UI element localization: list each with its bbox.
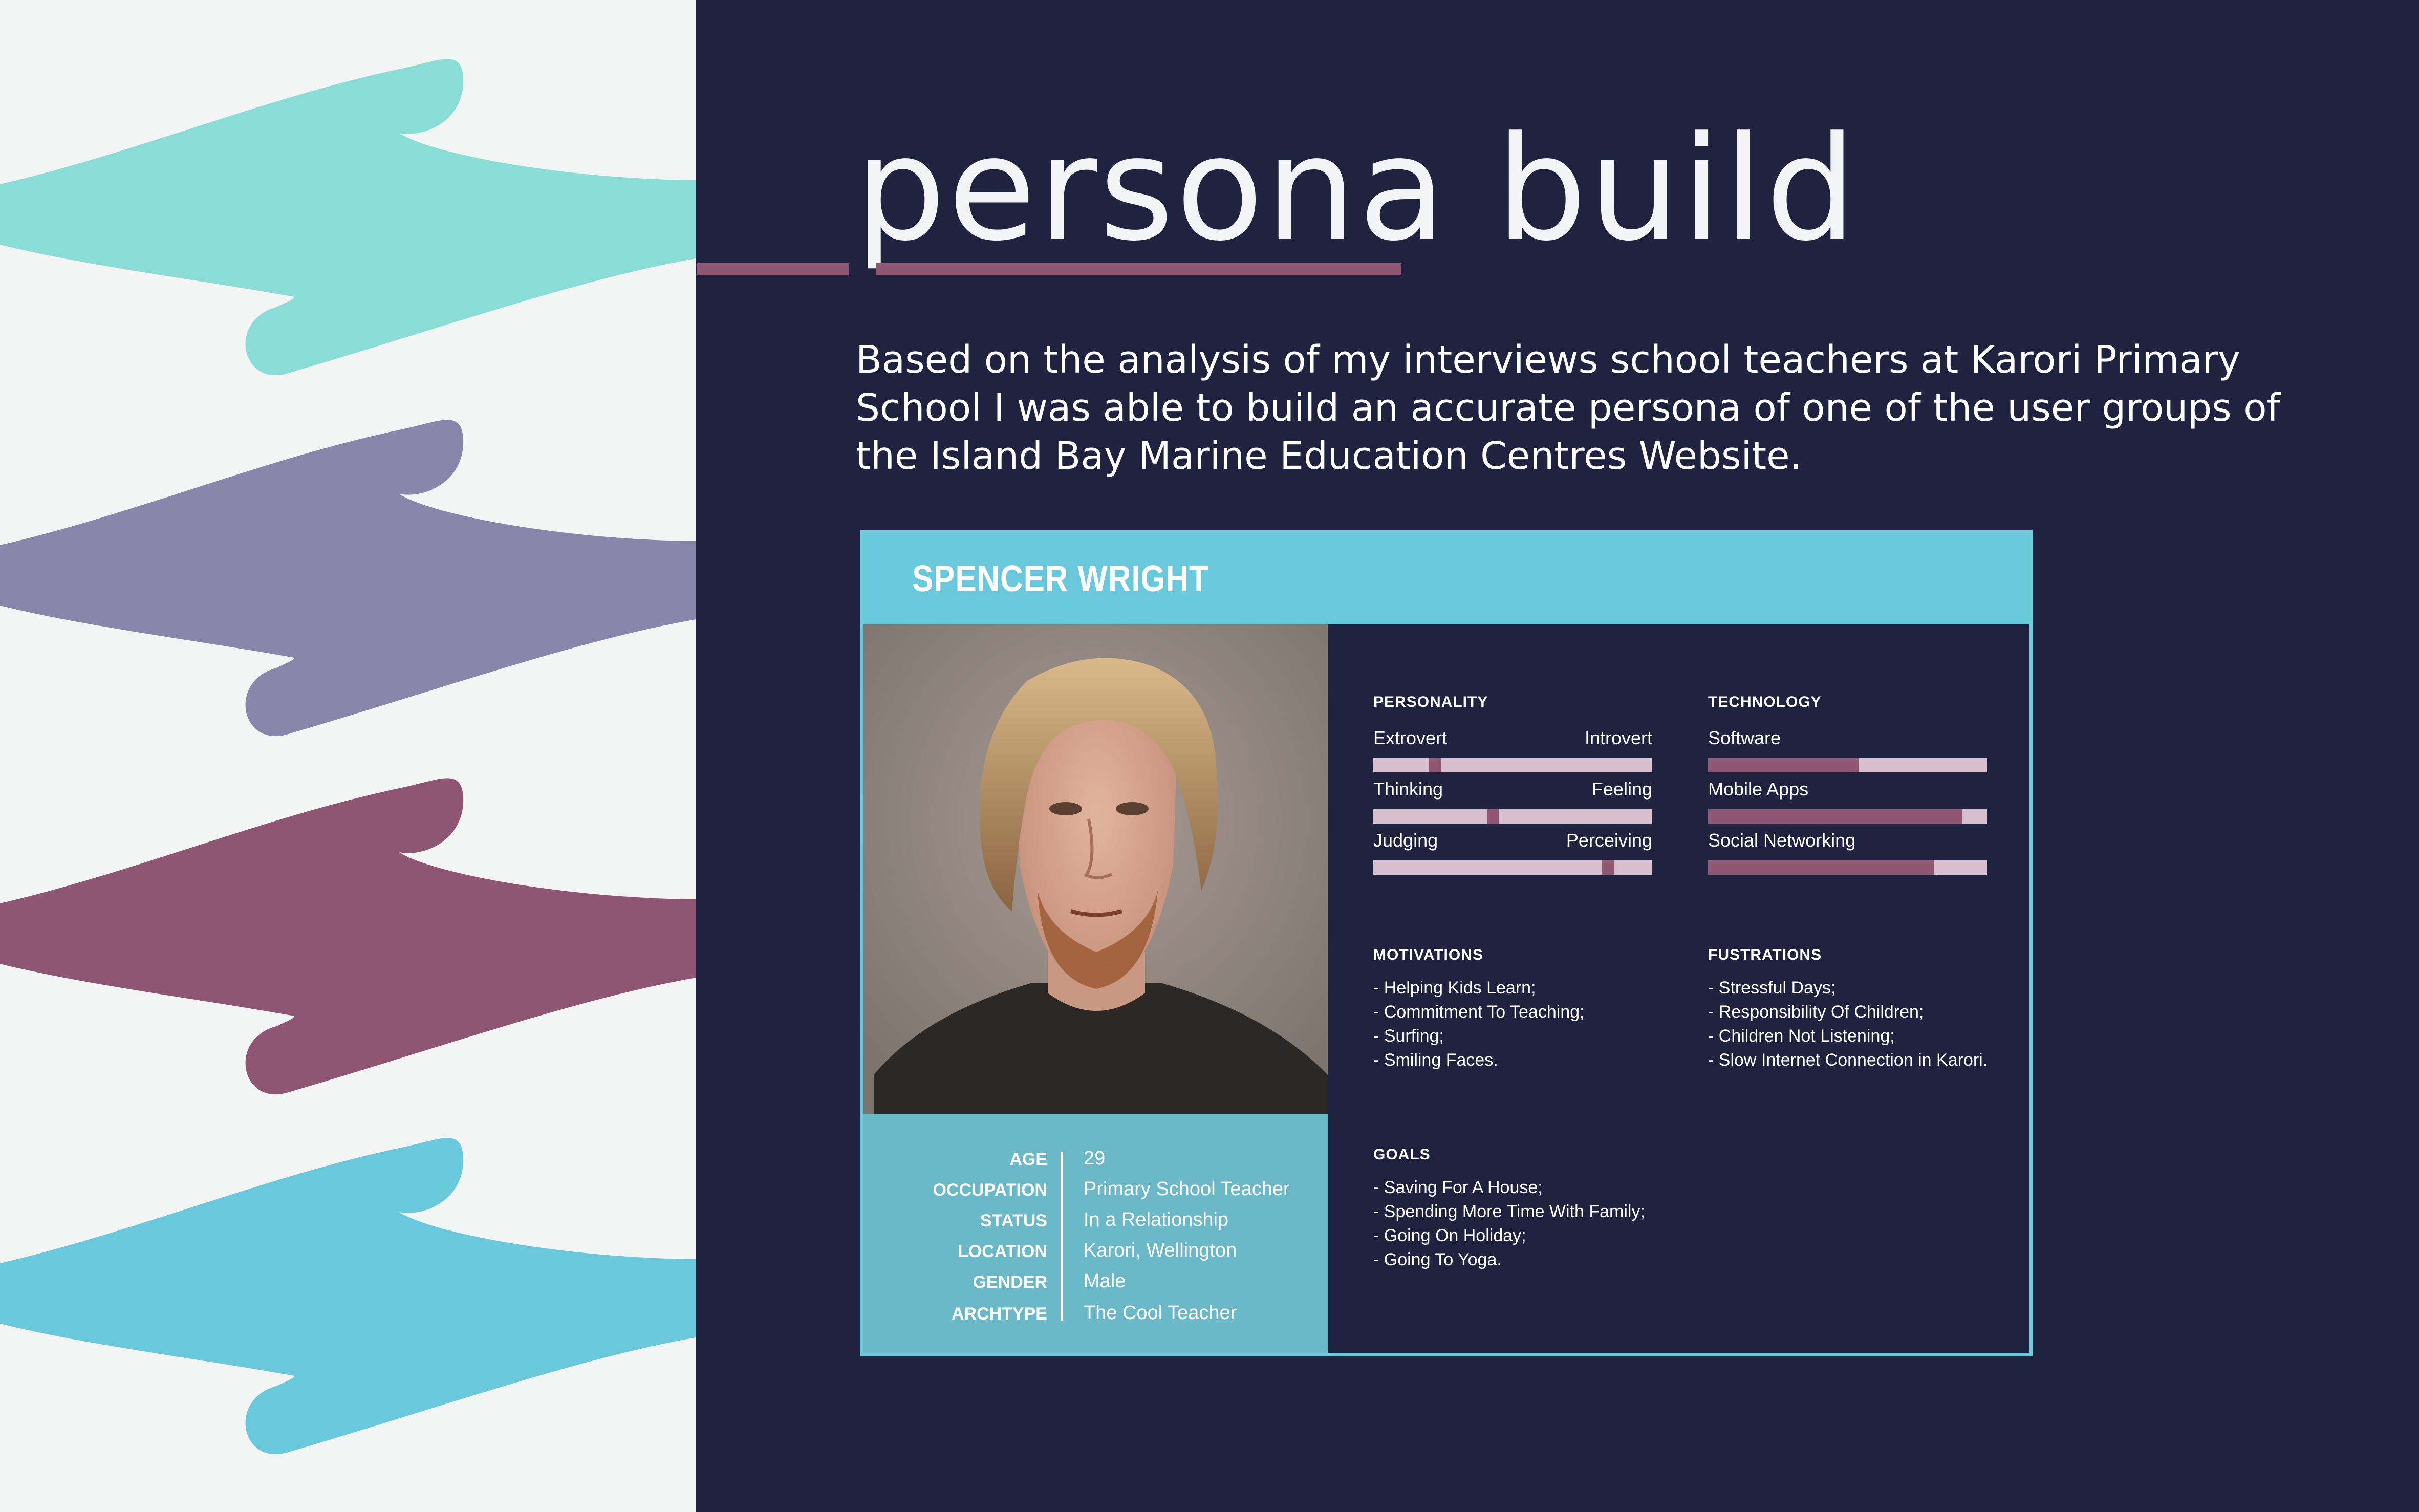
info-row-gender: GENDER Male (863, 1268, 1328, 1299)
right-eye-shape (1116, 802, 1149, 815)
info-label: AGE (1009, 1150, 1047, 1169)
sky-wave-shape (0, 1138, 696, 1455)
info-label: STATUS (980, 1211, 1047, 1230)
goals-list: - Saving For A House; - Spending More Ti… (1373, 1176, 1645, 1272)
technology-label: Social Networking (1708, 830, 1856, 851)
lavender-wave-shape (0, 420, 696, 737)
technology-bar (1708, 758, 1987, 772)
list-item: - Helping Kids Learn; (1373, 978, 1536, 998)
portrait-photo (863, 624, 1328, 1114)
frustrations-heading: FUSTRATIONS (1708, 946, 1822, 963)
list-item: - Children Not Listening; (1708, 1026, 1895, 1046)
list-item: - Surfing; (1373, 1026, 1444, 1046)
personality-scale-marker (1602, 860, 1614, 875)
list-item: - Saving For A House; (1373, 1178, 1543, 1197)
info-row-age: AGE 29 (863, 1146, 1328, 1176)
scale-right-label: Perceiving (1566, 830, 1652, 851)
technology-label: Mobile Apps (1708, 779, 1809, 800)
title-underline-right (876, 263, 1401, 275)
frustrations-list: - Stressful Days; - Responsibility Of Ch… (1708, 976, 1988, 1072)
personality-heading: PERSONALITY (1373, 694, 1488, 710)
list-item: - Going On Holiday; (1373, 1226, 1526, 1245)
info-label: ARCHTYPE (951, 1304, 1047, 1324)
info-value: The Cool Teacher (1084, 1302, 1237, 1324)
list-item: - Slow Internet Connection in Karori. (1708, 1050, 1988, 1070)
teal-wave-shape (0, 59, 696, 376)
technology-bar (1708, 809, 1987, 824)
list-item: - Commitment To Teaching; (1373, 1002, 1585, 1022)
personality-scale-bar (1373, 860, 1652, 875)
list-item: - Stressful Days; (1708, 978, 1836, 998)
personality-scale-marker (1429, 758, 1441, 772)
personality-scale-marker (1487, 809, 1499, 824)
technology-bar-fill (1708, 809, 1962, 824)
technology-heading: TECHNOLOGY (1708, 694, 1822, 710)
goals-heading: GOALS (1373, 1146, 1431, 1163)
scale-right-label: Feeling (1591, 779, 1652, 800)
technology-bar-fill (1708, 860, 1934, 875)
info-label: OCCUPATION (933, 1180, 1047, 1200)
decor-waves (0, 59, 696, 1455)
technology-bar (1708, 860, 1987, 875)
info-label: GENDER (973, 1272, 1047, 1292)
title-underline-left (697, 263, 849, 275)
info-value: Male (1084, 1270, 1126, 1292)
motivations-list: - Helping Kids Learn; - Commitment To Te… (1373, 976, 1585, 1072)
card-header: SPENCER WRIGHT (863, 534, 2029, 624)
page-title: persona build (855, 106, 1859, 273)
motivations-heading: MOTIVATIONS (1373, 946, 1483, 963)
scale-left-label: Judging (1373, 830, 1438, 851)
info-value: Karori, Wellington (1084, 1240, 1237, 1261)
list-item: - Responsibility Of Children; (1708, 1002, 1924, 1022)
info-value: In a Relationship (1084, 1209, 1229, 1230)
list-item: - Smiling Faces. (1373, 1050, 1498, 1070)
info-panel: AGE 29 OCCUPATION Primary School Teacher… (863, 1114, 1328, 1353)
scale-left-label: Extrovert (1373, 727, 1448, 748)
info-value: Primary School Teacher (1084, 1178, 1290, 1200)
info-row-archtype: ARCHTYPE The Cool Teacher (863, 1300, 1328, 1331)
technology-bar-fill (1708, 758, 1859, 772)
slide: persona build Based on the analysis of m… (0, 0, 2419, 1512)
scale-right-label: Introvert (1584, 727, 1652, 748)
decor-panel (0, 0, 696, 1512)
scale-left-label: Thinking (1373, 779, 1443, 800)
persona-card: SPENCER WRIGHT AGE 29 OCCUPATION Primary… (860, 530, 2033, 1356)
personality-scale-bar (1373, 809, 1652, 824)
info-row-occupation: OCCUPATION Primary School Teacher (863, 1176, 1328, 1207)
info-label: LOCATION (957, 1242, 1047, 1261)
intro-paragraph: Based on the analysis of my interviews s… (856, 338, 2280, 478)
info-value: 29 (1084, 1148, 1106, 1169)
persona-name: SPENCER WRIGHT (912, 558, 1209, 599)
list-item: - Going To Yoga. (1373, 1250, 1502, 1269)
portrait-illustration (863, 624, 1328, 1114)
info-row-location: LOCATION Karori, Wellington (863, 1238, 1328, 1268)
left-eye-shape (1049, 802, 1082, 815)
plum-wave-shape (0, 778, 696, 1095)
list-item: - Spending More Time With Family; (1373, 1202, 1645, 1221)
personality-scale-bar (1373, 758, 1652, 772)
info-row-status: STATUS In a Relationship (863, 1207, 1328, 1238)
technology-label: Software (1708, 727, 1781, 748)
